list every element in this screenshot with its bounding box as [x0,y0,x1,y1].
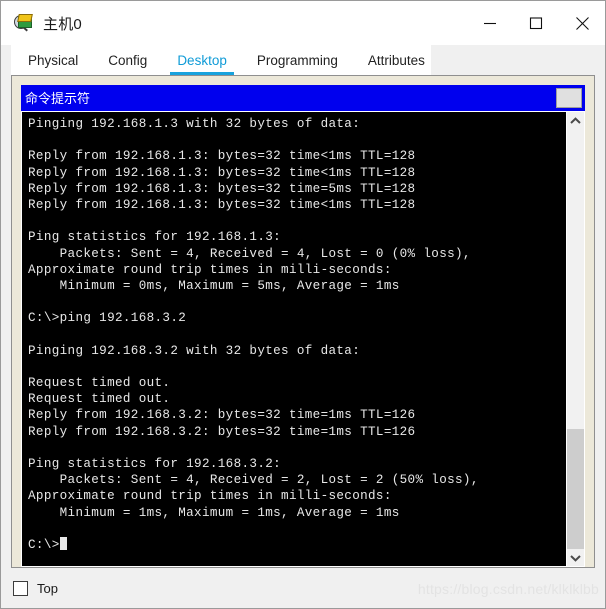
top-checkbox[interactable] [13,581,28,596]
terminal-line: Request timed out. [28,376,171,390]
window-controls [467,1,605,45]
terminal-line: Ping statistics for 192.168.3.2: [28,456,282,471]
terminal-line: Pinging 192.168.1.3 with 32 bytes of dat… [28,117,361,131]
terminal-line: Minimum = 0ms, Maximum = 5ms, Average = … [28,278,400,293]
top-checkbox-label: Top [37,581,58,596]
tab-config[interactable]: Config [99,45,156,75]
terminal-scrollbar[interactable] [566,112,584,566]
watermark-text: https://blog.csdn.net/klklklbb [417,581,599,597]
terminal-line: Request timed out. [28,392,171,407]
terminal-text: Pinging 192.168.1.3 with 32 bytes of dat… [28,116,566,553]
desktop-panel: 命令提示符 Pinging 192.168.1.3 with 32 bytes … [11,75,595,568]
tab-programming[interactable]: Programming [248,45,347,75]
tab-desktop-label: Desktop [177,52,227,68]
terminal-line: Approximate round trip times in milli-se… [28,262,392,277]
chevron-up-icon [570,116,581,124]
device-window: 主机0 Physical Config Desktop Programming … [0,0,606,609]
minimize-button[interactable] [467,1,513,45]
terminal-line: Pinging 192.168.3.2 with 32 bytes of dat… [28,343,361,358]
tab-programming-label: Programming [256,52,338,68]
tab-config-label: Config [108,52,148,68]
packet-tracer-host-icon [14,13,34,33]
tab-strip-container: Physical Config Desktop Programming Attr… [1,45,605,75]
terminal-line: Reply from 192.168.1.3: bytes=32 time<1m… [28,165,416,180]
terminal-container: Pinging 192.168.1.3 with 32 bytes of dat… [21,111,585,567]
tab-attributes[interactable]: Attributes [359,45,434,75]
title-bar-left: 主机0 [1,13,82,34]
terminal-output[interactable]: Pinging 192.168.1.3 with 32 bytes of dat… [22,112,566,566]
tab-physical[interactable]: Physical [19,45,87,75]
maximize-button[interactable] [513,1,559,45]
terminal-line: Reply from 192.168.1.3: bytes=32 time<1m… [28,149,416,164]
command-prompt-restore-button[interactable] [556,88,582,108]
scroll-up-button[interactable] [567,112,584,129]
tab-strip: Physical Config Desktop Programming Attr… [11,45,431,75]
terminal-line: Reply from 192.168.1.3: bytes=32 time<1m… [28,197,416,212]
command-prompt-title: 命令提示符 [25,90,91,106]
terminal-line: Minimum = 1ms, Maximum = 1ms, Average = … [28,505,400,520]
chevron-down-icon [570,554,581,562]
tab-attributes-label: Attributes [367,52,425,68]
terminal-prompt-line: C:\> [28,536,566,553]
scrollbar-track[interactable] [567,129,584,549]
terminal-line: Approximate round trip times in milli-se… [28,489,392,504]
bottom-bar: Top https://blog.csdn.net/klklklbb [1,568,605,608]
command-prompt-caption-bar: 命令提示符 [21,85,585,111]
terminal-line: Reply from 192.168.1.3: bytes=32 time=5m… [28,181,416,196]
tab-physical-label: Physical [28,52,79,68]
terminal-line: Reply from 192.168.3.2: bytes=32 time=1m… [28,408,416,423]
terminal-prompt: C:\> [28,537,60,552]
window-title: 主机0 [43,15,82,33]
terminal-line: Packets: Sent = 4, Received = 2, Lost = … [28,473,479,488]
terminal-cursor [59,536,67,550]
terminal-line: Ping statistics for 192.168.1.3: [28,230,282,245]
terminal-line: Reply from 192.168.3.2: bytes=32 time=1m… [28,424,416,439]
terminal-line: Packets: Sent = 4, Received = 4, Lost = … [28,246,471,261]
title-bar: 主机0 [1,1,605,45]
scrollbar-thumb[interactable] [567,429,584,549]
close-button[interactable] [559,1,605,45]
scroll-down-button[interactable] [567,549,584,566]
tab-desktop[interactable]: Desktop [168,45,236,75]
terminal-line: C:\>ping 192.168.3.2 [28,311,187,326]
